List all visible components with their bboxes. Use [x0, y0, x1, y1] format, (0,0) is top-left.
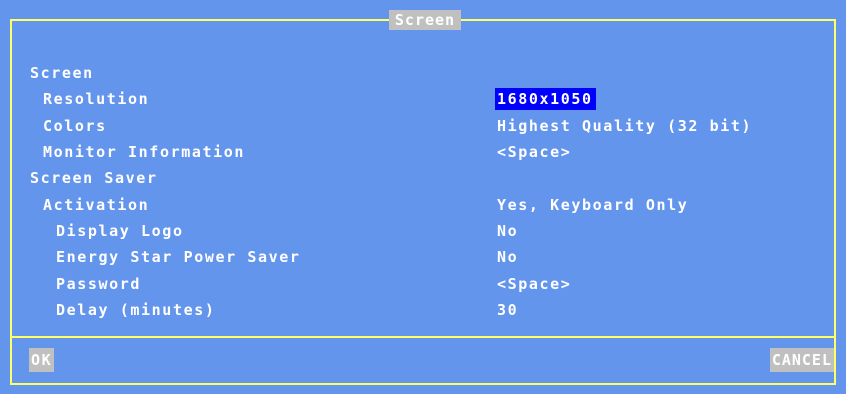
- setting-label-resolution: Resolution: [43, 90, 150, 108]
- section-label: Screen Saver: [30, 169, 158, 187]
- setting-row-resolution[interactable]: Resolution 1680x1050: [0, 87, 846, 111]
- setting-value-resolution[interactable]: 1680x1050: [495, 88, 596, 110]
- setting-value-colors[interactable]: Highest Quality (32 bit): [497, 114, 752, 138]
- section-header-screen-saver: Screen Saver: [0, 166, 846, 190]
- setting-value-activation[interactable]: Yes, Keyboard Only: [497, 193, 688, 217]
- setting-label-password: Password: [56, 275, 142, 293]
- setting-row-colors[interactable]: Colors Highest Quality (32 bit): [0, 114, 846, 138]
- screen-settings-dialog: Screen Screen Resolution 1680x1050 Color…: [0, 0, 846, 394]
- setting-label-display-logo: Display Logo: [56, 222, 184, 240]
- dialog-title: Screen: [389, 10, 461, 30]
- setting-label-energy-star-power-saver: Energy Star Power Saver: [56, 248, 301, 266]
- cancel-button[interactable]: CANCEL: [769, 348, 834, 372]
- setting-value-monitor-information[interactable]: <Space>: [497, 140, 571, 164]
- setting-value-display-logo[interactable]: No: [497, 219, 518, 243]
- setting-value-energy-star-power-saver[interactable]: No: [497, 245, 518, 269]
- setting-row-display-logo[interactable]: Display Logo No: [0, 219, 846, 243]
- setting-label-monitor-information: Monitor Information: [43, 143, 245, 161]
- setting-value-delay-minutes[interactable]: 30: [497, 298, 518, 322]
- section-header-screen: Screen: [0, 61, 846, 85]
- button-separator-line: [10, 336, 836, 338]
- setting-row-password[interactable]: Password <Space>: [0, 272, 846, 296]
- setting-value-password[interactable]: <Space>: [497, 272, 571, 296]
- section-label: Screen: [30, 64, 94, 82]
- setting-row-monitor-information[interactable]: Monitor Information <Space>: [0, 140, 846, 164]
- setting-row-delay-minutes[interactable]: Delay (minutes) 30: [0, 298, 846, 322]
- setting-label-activation: Activation: [43, 196, 150, 214]
- setting-label-delay-minutes: Delay (minutes): [56, 301, 216, 319]
- setting-row-energy-star-power-saver[interactable]: Energy Star Power Saver No: [0, 245, 846, 269]
- setting-label-colors: Colors: [43, 117, 107, 135]
- setting-row-activation[interactable]: Activation Yes, Keyboard Only: [0, 193, 846, 217]
- frame-bottom-border: [10, 383, 836, 385]
- ok-button[interactable]: OK: [29, 348, 55, 372]
